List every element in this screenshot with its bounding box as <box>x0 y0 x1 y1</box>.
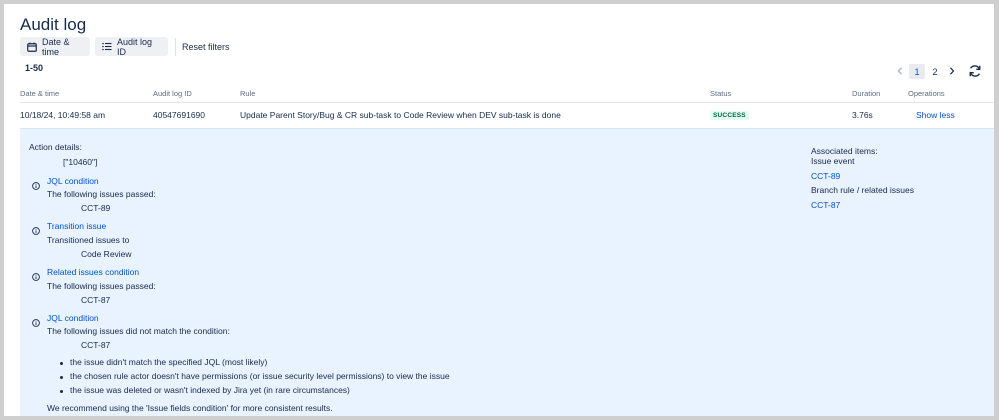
bullet-dot <box>60 390 63 393</box>
page-title: Audit log <box>20 15 87 34</box>
row-rule: Update Parent Story/Bug & CR sub-task to… <box>240 110 561 120</box>
section-item: CCT-87 <box>81 340 111 350</box>
section-title-jql-condition[interactable]: JQL condition <box>47 176 99 186</box>
chevron-left-icon <box>897 66 903 77</box>
results-range: 1-50 <box>25 63 44 73</box>
date-time-filter-label: Date & time <box>42 36 70 57</box>
section-item: Code Review <box>81 249 132 259</box>
section-title-related-issues-condition[interactable]: Related issues condition <box>47 267 139 277</box>
action-details-label: Action details: <box>29 142 82 152</box>
info-icon <box>32 177 40 190</box>
info-icon <box>32 222 40 235</box>
row-audit-log-id: 40547691690 <box>153 110 206 120</box>
refresh-button[interactable] <box>968 64 984 80</box>
row-duration: 3.76s <box>852 110 873 120</box>
bullet-dot <box>60 376 63 379</box>
section-text: The following issues did not match the c… <box>47 326 230 336</box>
branch-rule-link[interactable]: CCT-87 <box>811 200 840 210</box>
section-item: CCT-87 <box>81 295 111 305</box>
branch-rule-label: Branch rule / related issues <box>811 185 914 195</box>
info-icon <box>32 268 40 281</box>
section-item: CCT-89 <box>81 203 111 213</box>
bullet-item: the issue didn't match the specified JQL… <box>70 357 268 367</box>
info-icon <box>32 314 40 327</box>
column-header-duration[interactable]: Duration <box>852 89 880 98</box>
section-title-jql-condition[interactable]: JQL condition <box>47 313 99 323</box>
issue-event-link[interactable]: CCT-89 <box>811 171 840 181</box>
table-header-divider <box>20 102 994 103</box>
section-text: The following issues passed: <box>47 281 156 291</box>
action-details-value: ["10460"] <box>63 157 98 167</box>
pagination-previous-button[interactable] <box>893 64 907 79</box>
list-icon <box>102 42 112 51</box>
associated-items-label: Associated items: <box>811 146 878 156</box>
filter-divider <box>175 38 176 56</box>
bullet-item: the issue was deleted or wasn't indexed … <box>70 385 350 395</box>
column-header-date-time[interactable]: Date & time <box>20 89 59 98</box>
recommendation-text: We recommend using the 'Issue fields con… <box>47 403 333 413</box>
section-title-transition-issue[interactable]: Transition issue <box>47 221 106 231</box>
pagination-next-button[interactable] <box>945 64 959 79</box>
column-header-status[interactable]: Status <box>710 89 731 98</box>
section-text: The following issues passed: <box>47 189 156 199</box>
audit-log-id-filter-button[interactable]: Audit log ID <box>95 36 168 57</box>
date-time-filter-button[interactable]: Date & time <box>20 36 90 57</box>
issue-event-label: Issue event <box>811 156 855 166</box>
audit-log-panel: Audit log Date & time Audit log ID Reset… <box>4 4 994 416</box>
column-header-operations: Operations <box>908 89 945 98</box>
status-badge: SUCCESS <box>710 111 749 120</box>
reset-filters-button[interactable]: Reset filters <box>182 42 230 52</box>
audit-details-panel: Action details: ["10460"] JQL condition … <box>20 128 994 416</box>
column-header-audit-log-id[interactable]: Audit log ID <box>153 89 192 98</box>
chevron-right-icon <box>949 66 955 77</box>
calendar-icon <box>27 42 37 52</box>
column-header-rule[interactable]: Rule <box>240 89 255 98</box>
section-text: Transitioned issues to <box>47 235 130 245</box>
audit-log-id-filter-label: Audit log ID <box>117 36 153 57</box>
row-date-time: 10/18/24, 10:49:58 am <box>20 110 106 120</box>
bullet-item: the chosen rule actor doesn't have permi… <box>70 371 450 381</box>
pagination-page-2[interactable]: 2 <box>928 64 942 79</box>
bullet-dot <box>60 362 63 365</box>
pagination-page-1[interactable]: 1 <box>909 64 925 79</box>
refresh-icon <box>968 65 982 82</box>
show-less-link[interactable]: Show less <box>916 110 955 120</box>
